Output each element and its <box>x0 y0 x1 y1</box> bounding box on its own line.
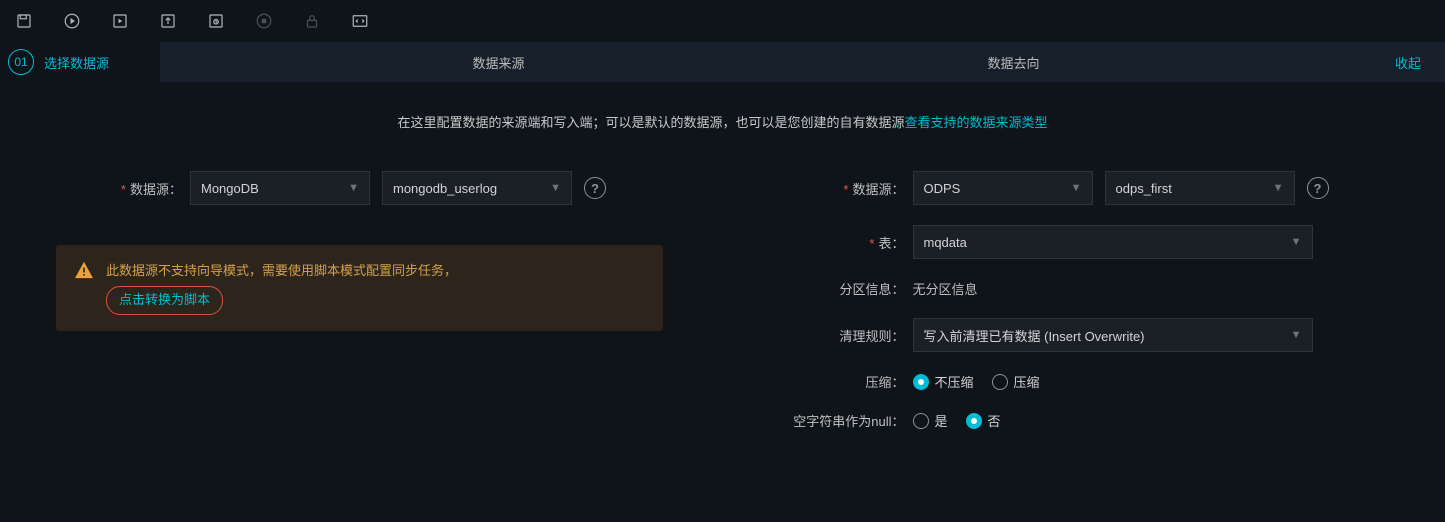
target-type-value: ODPS <box>924 181 961 196</box>
target-table-select[interactable]: mqdata ▼ <box>913 225 1313 259</box>
target-type-select[interactable]: ODPS ▼ <box>913 171 1093 205</box>
help-icon[interactable]: ? <box>1307 177 1329 199</box>
run-icon[interactable] <box>58 7 86 35</box>
collapse-link[interactable]: 收起 <box>1371 53 1445 72</box>
partition-value: 无分区信息 <box>913 279 978 298</box>
target-ds-label: *数据源： <box>783 179 913 198</box>
target-table-label: *表： <box>783 233 913 252</box>
clean-rule-label: 清理规则： <box>783 326 913 345</box>
chevron-down-icon: ▼ <box>1291 236 1302 248</box>
history-icon[interactable] <box>202 7 230 35</box>
warning-text: 此数据源不支持向导模式，需要使用脚本模式配置同步任务， <box>106 263 457 278</box>
source-type-value: MongoDB <box>201 181 259 196</box>
warning-message: 此数据源不支持向导模式，需要使用脚本模式配置同步任务， 点击转换为脚本 <box>106 261 457 315</box>
step-indicator: 01 选择数据源 <box>0 42 141 82</box>
compress-none-radio[interactable]: 不压缩 <box>913 372 974 391</box>
null-label: 空字符串作为null： <box>783 411 913 430</box>
chevron-down-icon: ▼ <box>348 182 359 194</box>
chevron-down-icon: ▼ <box>550 182 561 194</box>
target-name-value: odps_first <box>1116 181 1172 196</box>
chevron-down-icon: ▼ <box>1273 182 1284 194</box>
help-icon[interactable]: ? <box>584 177 606 199</box>
source-column-header: 数据来源 <box>241 53 756 72</box>
source-name-value: mongodb_userlog <box>393 181 497 196</box>
target-table-value: mqdata <box>924 235 967 250</box>
target-column-header: 数据去向 <box>756 53 1271 72</box>
step-bar: 01 选择数据源 数据来源 数据去向 收起 <box>0 42 1445 82</box>
compress-yes-radio[interactable]: 压缩 <box>992 372 1040 391</box>
save-icon[interactable] <box>10 7 38 35</box>
intro-text-body: 在这里配置数据的来源端和写入端；可以是默认的数据源，也可以是您创建的自有数据源 <box>397 115 904 130</box>
null-radio-group: 是 否 <box>913 411 1001 430</box>
source-panel: *数据源： MongoDB ▼ mongodb_userlog ▼ ? <box>0 171 723 450</box>
step-number: 01 <box>8 49 34 75</box>
null-no-radio[interactable]: 否 <box>966 411 1001 430</box>
doc-link[interactable]: 查看支持的数据来源类型 <box>905 115 1048 130</box>
warning-banner: 此数据源不支持向导模式，需要使用脚本模式配置同步任务， 点击转换为脚本 <box>56 245 663 331</box>
code-icon[interactable] <box>346 7 374 35</box>
clean-rule-value: 写入前清理已有数据 (Insert Overwrite) <box>924 326 1145 345</box>
chevron-down-icon: ▼ <box>1291 329 1302 341</box>
target-panel: *数据源： ODPS ▼ odps_first ▼ ? *表： <box>723 171 1445 450</box>
intro-text: 在这里配置数据的来源端和写入端；可以是默认的数据源，也可以是您创建的自有数据源查… <box>0 112 1445 131</box>
step-label: 选择数据源 <box>44 53 109 72</box>
compress-label: 压缩： <box>783 372 913 391</box>
clean-rule-select[interactable]: 写入前清理已有数据 (Insert Overwrite) ▼ <box>913 318 1313 352</box>
compress-radio-group: 不压缩 压缩 <box>913 372 1040 391</box>
warning-icon <box>74 261 94 279</box>
chevron-right-icon <box>125 42 141 82</box>
partition-label: 分区信息： <box>783 279 913 298</box>
target-name-select[interactable]: odps_first ▼ <box>1105 171 1295 205</box>
toolbar <box>0 0 1445 42</box>
lock-icon <box>298 7 326 35</box>
source-ds-label: *数据源： <box>60 179 190 198</box>
content-area: 在这里配置数据的来源端和写入端；可以是默认的数据源，也可以是您创建的自有数据源查… <box>0 82 1445 450</box>
chevron-down-icon: ▼ <box>1071 182 1082 194</box>
null-yes-radio[interactable]: 是 <box>913 411 948 430</box>
source-type-select[interactable]: MongoDB ▼ <box>190 171 370 205</box>
export-icon[interactable] <box>154 7 182 35</box>
run-scheduled-icon[interactable] <box>106 7 134 35</box>
convert-to-script-link[interactable]: 点击转换为脚本 <box>106 286 223 315</box>
source-name-select[interactable]: mongodb_userlog ▼ <box>382 171 572 205</box>
stop-icon <box>250 7 278 35</box>
